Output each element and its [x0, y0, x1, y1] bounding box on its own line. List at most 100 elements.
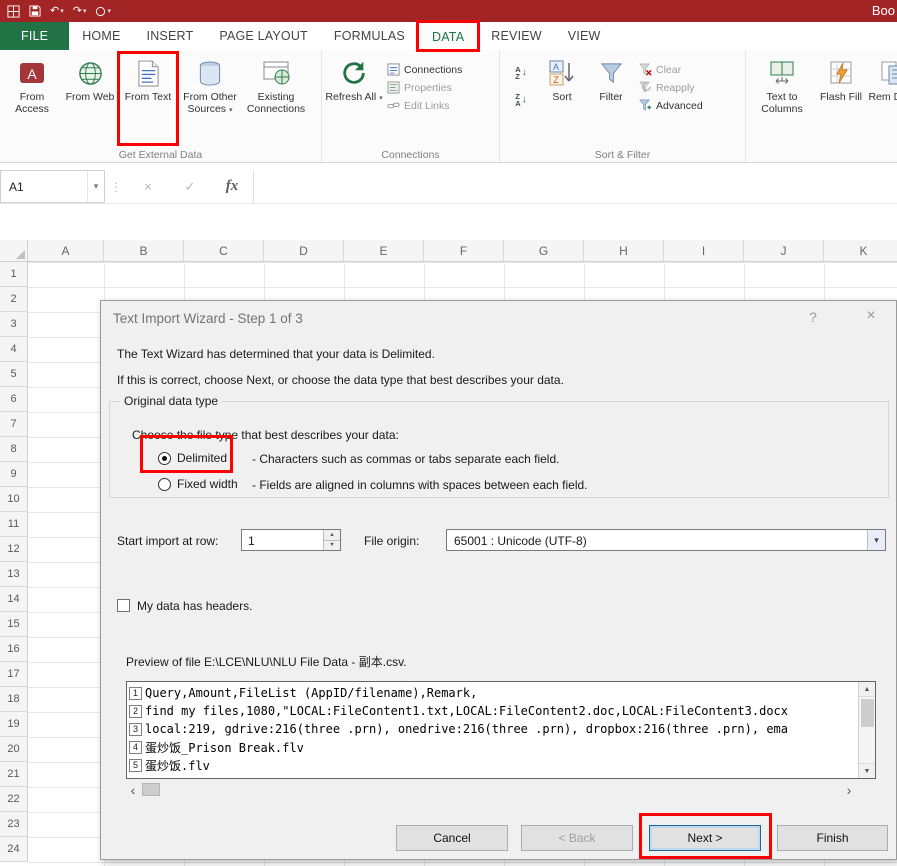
row-header[interactable]: 21: [0, 762, 28, 787]
row-header[interactable]: 23: [0, 812, 28, 837]
headers-checkbox[interactable]: [117, 599, 130, 612]
clear-filter-button[interactable]: Clear: [639, 63, 703, 76]
undo-icon[interactable]: ↶ ▾: [50, 5, 64, 17]
remove-duplicates-button[interactable]: Rem Dupli: [867, 53, 897, 144]
row-header[interactable]: 24: [0, 837, 28, 862]
formula-input[interactable]: [253, 170, 897, 203]
tab-view[interactable]: VIEW: [555, 22, 614, 50]
column-header[interactable]: K: [824, 240, 897, 262]
finish-button[interactable]: Finish: [777, 825, 888, 851]
column-header[interactable]: J: [744, 240, 824, 262]
filter-button[interactable]: Filter: [587, 53, 635, 144]
edit-links-button[interactable]: Edit Links: [387, 99, 462, 112]
reapply-filter-button[interactable]: Reapply: [639, 81, 703, 94]
fixed-width-radio[interactable]: Fixed width: [158, 477, 238, 491]
delimited-radio[interactable]: Delimited: [158, 451, 227, 465]
row-header[interactable]: 3: [0, 312, 28, 337]
sort-descending-button[interactable]: ZA ↓: [507, 88, 535, 111]
next-button[interactable]: Next >: [649, 825, 761, 851]
vertical-scroll-thumb[interactable]: [861, 699, 874, 727]
name-box[interactable]: A1 ▾: [0, 170, 105, 203]
flash-fill-button[interactable]: Flash Fill: [815, 53, 867, 144]
enter-entry-icon[interactable]: ✓: [169, 170, 211, 203]
row-header[interactable]: 8: [0, 437, 28, 462]
tab-home[interactable]: HOME: [69, 22, 133, 50]
from-access-button[interactable]: A From Access: [3, 53, 61, 144]
start-row-spinner[interactable]: 1 ▲ ▼: [241, 529, 341, 551]
horizontal-scroll-thumb[interactable]: [142, 783, 160, 796]
row-header[interactable]: 9: [0, 462, 28, 487]
undo-dropdown-icon[interactable]: ▾: [60, 8, 64, 15]
sort-ascending-button[interactable]: AZ ↓: [507, 61, 535, 84]
column-header[interactable]: F: [424, 240, 504, 262]
text-to-columns-button[interactable]: Text to Columns: [749, 53, 815, 144]
row-header[interactable]: 6: [0, 387, 28, 412]
column-header[interactable]: D: [264, 240, 344, 262]
column-header[interactable]: H: [584, 240, 664, 262]
row-header[interactable]: 19: [0, 712, 28, 737]
column-header[interactable]: E: [344, 240, 424, 262]
row-header[interactable]: 1: [0, 262, 28, 287]
row-header[interactable]: 11: [0, 512, 28, 537]
from-text-button[interactable]: From Text: [117, 51, 179, 146]
combo-dropdown-icon[interactable]: ▾: [867, 530, 885, 550]
excel-logo-icon[interactable]: [7, 4, 20, 18]
scroll-down-icon[interactable]: ▼: [859, 763, 875, 778]
row-header[interactable]: 5: [0, 362, 28, 387]
redo-dropdown-icon[interactable]: ▾: [83, 8, 87, 15]
sort-button[interactable]: AZ Sort: [537, 53, 587, 144]
row-header[interactable]: 2: [0, 287, 28, 312]
column-header[interactable]: C: [184, 240, 264, 262]
preview-horizontal-scrollbar[interactable]: ‹ ›: [126, 781, 856, 798]
radio-unselected-icon[interactable]: [158, 477, 171, 491]
column-header[interactable]: G: [504, 240, 584, 262]
column-header[interactable]: B: [104, 240, 184, 262]
tab-insert[interactable]: INSERT: [134, 22, 207, 50]
dialog-help-icon[interactable]: ?: [801, 309, 825, 325]
properties-button[interactable]: Properties: [387, 81, 462, 94]
row-header[interactable]: 12: [0, 537, 28, 562]
select-all-corner[interactable]: [0, 240, 28, 262]
spinner-up-icon[interactable]: ▲: [324, 530, 340, 541]
column-header[interactable]: A: [28, 240, 104, 262]
cancel-entry-icon[interactable]: ×: [127, 170, 169, 203]
from-other-sources-button[interactable]: From Other Sources ▾: [177, 53, 243, 144]
back-button[interactable]: < Back: [521, 825, 633, 851]
spinner-down-icon[interactable]: ▼: [324, 540, 340, 550]
row-header[interactable]: 22: [0, 787, 28, 812]
tab-data[interactable]: DATA: [415, 20, 481, 52]
scroll-up-icon[interactable]: ▲: [859, 682, 875, 697]
scroll-right-icon[interactable]: ›: [842, 783, 856, 797]
tab-page-layout[interactable]: PAGE LAYOUT: [206, 22, 321, 50]
name-box-dropdown-icon[interactable]: ▾: [87, 171, 104, 202]
row-header[interactable]: 16: [0, 637, 28, 662]
redo-icon[interactable]: ↷ ▾: [73, 5, 87, 17]
radio-selected-icon[interactable]: [158, 451, 171, 465]
existing-connections-button[interactable]: Existing Connections: [243, 53, 309, 144]
row-header[interactable]: 18: [0, 687, 28, 712]
from-web-button[interactable]: From Web: [61, 53, 119, 144]
advanced-filter-button[interactable]: Advanced: [639, 99, 703, 112]
tab-formulas[interactable]: FORMULAS: [321, 22, 418, 50]
row-header[interactable]: 7: [0, 412, 28, 437]
row-header[interactable]: 15: [0, 612, 28, 637]
tab-file[interactable]: FILE: [0, 22, 70, 50]
row-header[interactable]: 14: [0, 587, 28, 612]
scroll-left-icon[interactable]: ‹: [126, 783, 140, 797]
insert-function-icon[interactable]: fx: [211, 170, 253, 203]
formula-bar-splitter[interactable]: ⋮: [105, 170, 127, 203]
row-header[interactable]: 13: [0, 562, 28, 587]
connections-button[interactable]: Connections: [387, 63, 462, 76]
refresh-all-button[interactable]: Refresh All ▾: [325, 53, 383, 144]
save-icon[interactable]: [29, 5, 41, 17]
row-header[interactable]: 20: [0, 737, 28, 762]
row-header[interactable]: 10: [0, 487, 28, 512]
tab-review[interactable]: REVIEW: [478, 22, 555, 50]
touch-mode-icon[interactable]: ▾: [95, 6, 111, 17]
cancel-button[interactable]: Cancel: [396, 825, 508, 851]
file-origin-select[interactable]: 65001 : Unicode (UTF-8) ▾: [446, 529, 886, 551]
dialog-close-icon[interactable]: ×: [855, 307, 887, 325]
column-header[interactable]: I: [664, 240, 744, 262]
preview-vertical-scrollbar[interactable]: ▲ ▼: [858, 682, 875, 778]
row-header[interactable]: 17: [0, 662, 28, 687]
